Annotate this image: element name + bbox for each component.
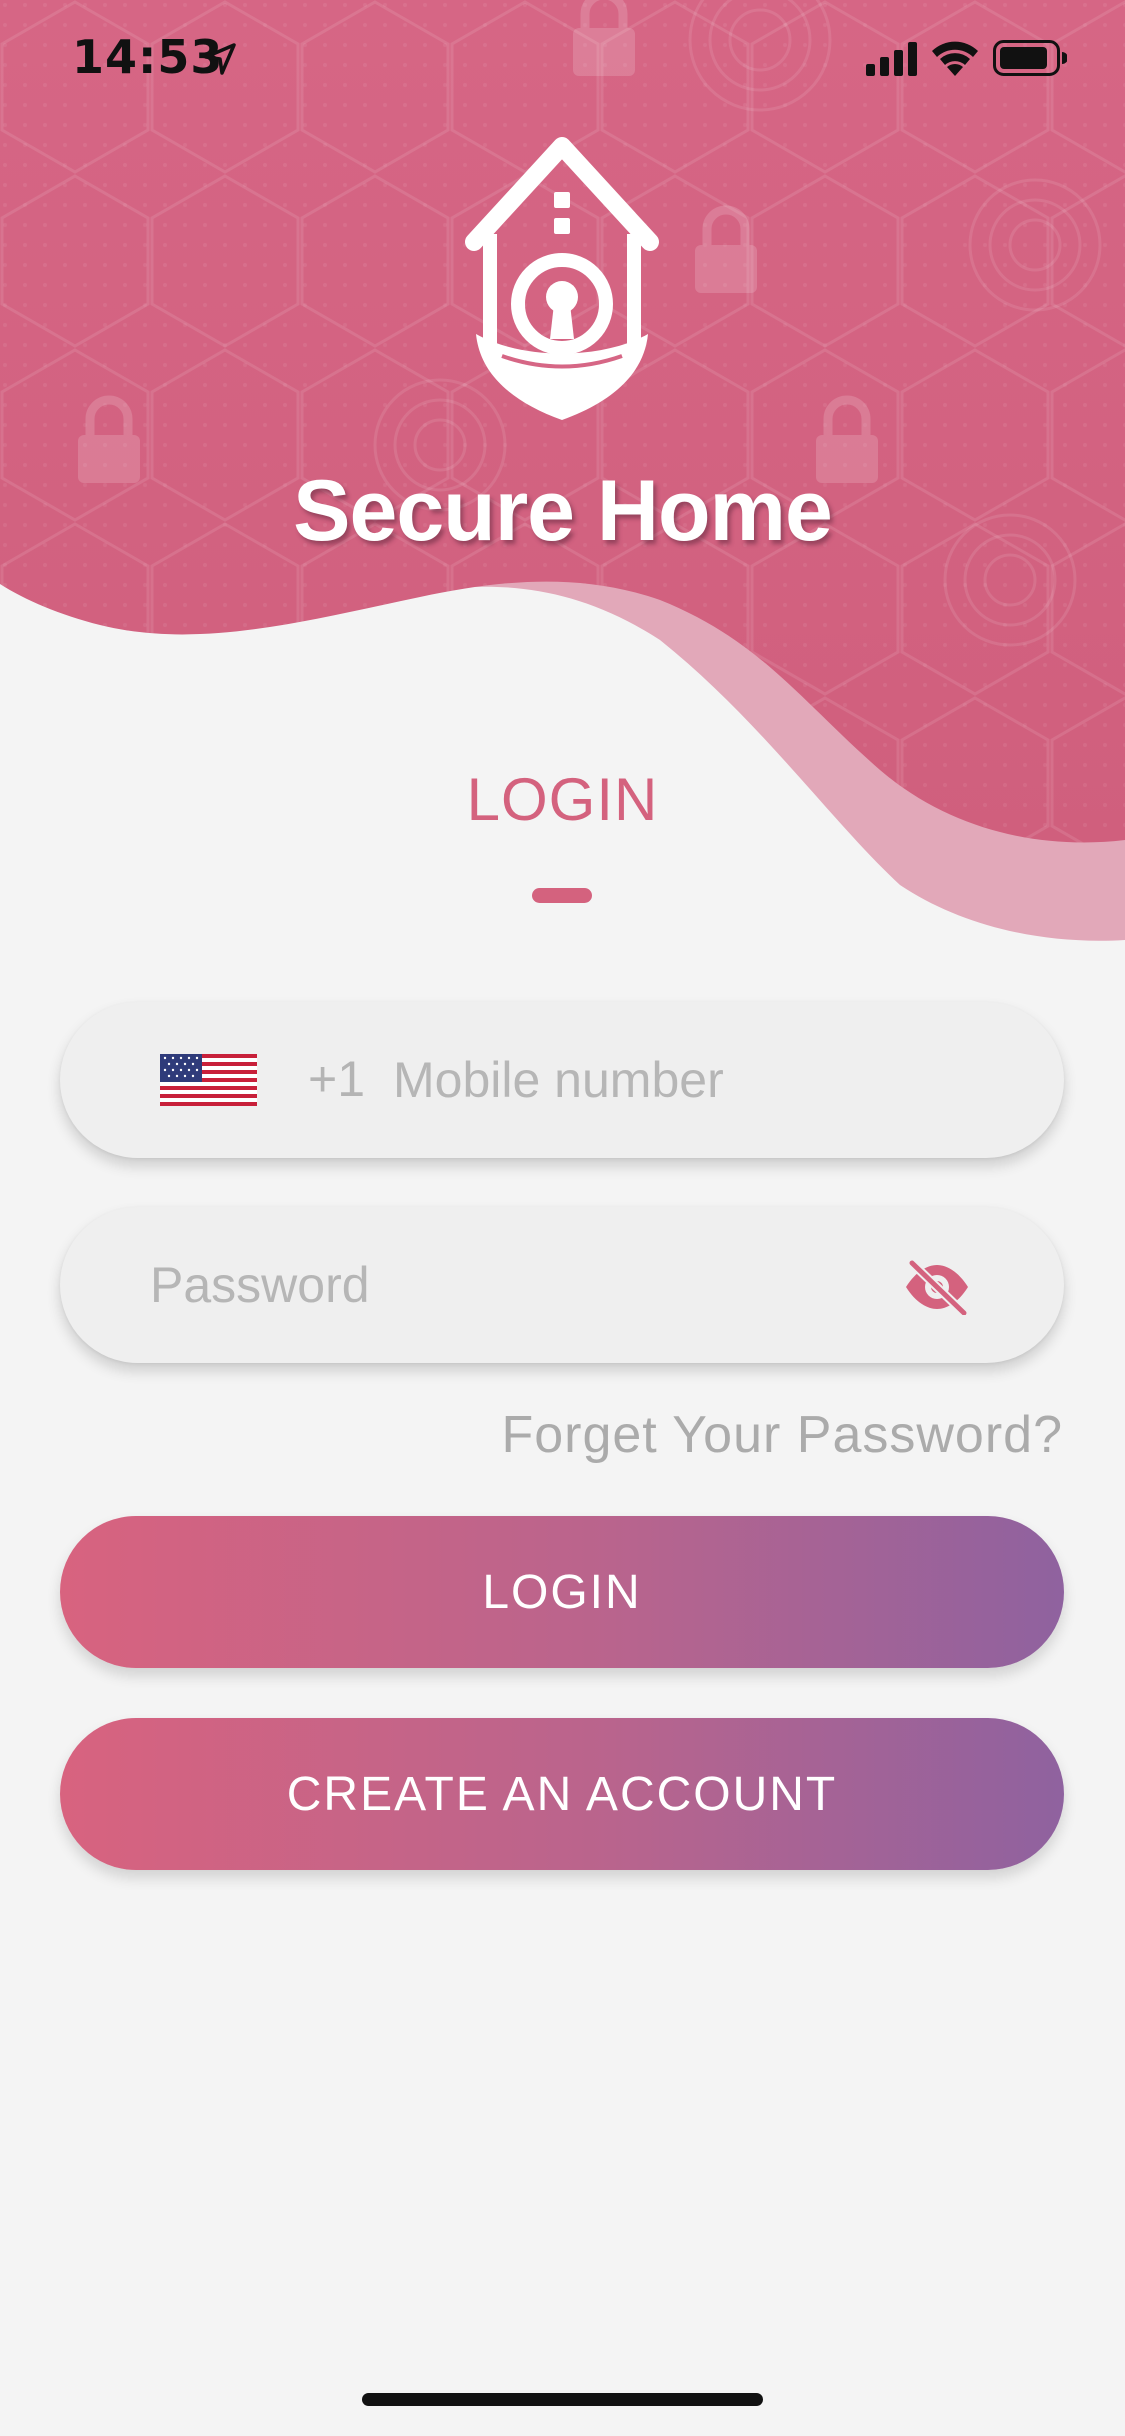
password-field[interactable] (60, 1207, 1064, 1363)
location-arrow-icon (204, 43, 236, 75)
app-title: Secure Home (293, 463, 833, 559)
status-bar: 14:53 (0, 0, 1125, 120)
forgot-password-link[interactable]: Forget Your Password? (501, 1405, 1063, 1465)
home-indicator[interactable] (362, 2393, 763, 2406)
wifi-icon (932, 41, 978, 76)
login-heading: LOGIN (466, 766, 659, 833)
login-button[interactable]: LOGIN (60, 1516, 1064, 1668)
country-code[interactable]: +1 (308, 1050, 365, 1108)
us-flag-icon[interactable] (160, 1054, 257, 1106)
cellular-signal-icon (866, 42, 917, 76)
password-input[interactable] (150, 1207, 910, 1363)
phone-field[interactable]: +1 (60, 1002, 1064, 1158)
create-account-button[interactable]: CREATE AN ACCOUNT (60, 1718, 1064, 1870)
house-lock-shield-icon (465, 137, 659, 420)
status-time: 14:53 (72, 30, 224, 84)
eye-off-icon[interactable] (902, 1259, 972, 1315)
mobile-number-input[interactable] (393, 1002, 1013, 1158)
battery-icon (993, 40, 1067, 76)
heading-underline (532, 888, 592, 903)
